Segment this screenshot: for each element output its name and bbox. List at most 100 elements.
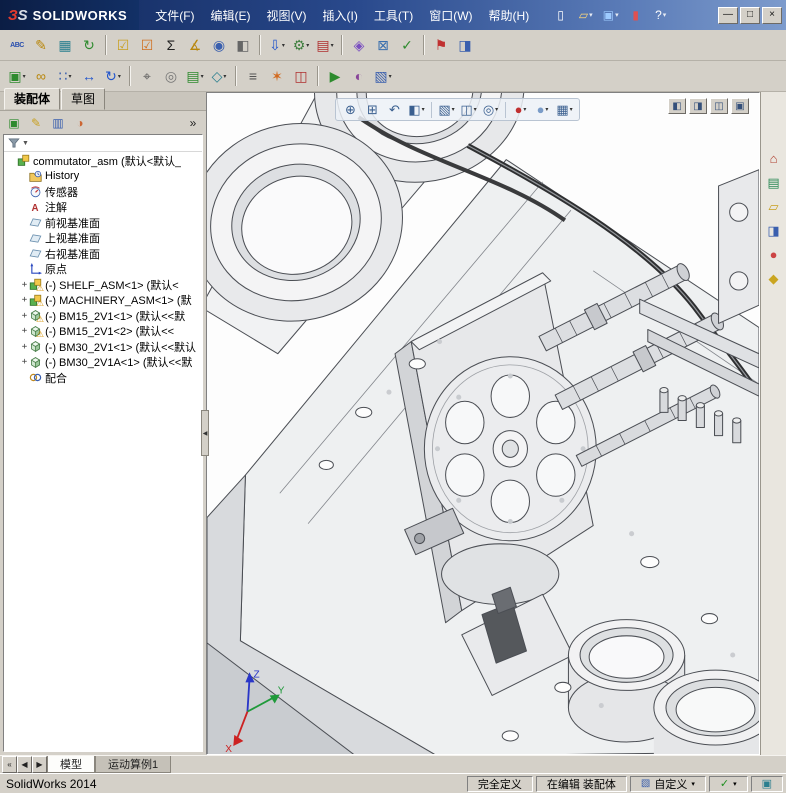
section-view-icon[interactable]: ◧ ▾ (406, 100, 427, 119)
display-style-icon[interactable]: ◫ ▾ (458, 100, 479, 119)
expand-toggle[interactable]: + (20, 326, 29, 336)
tree-item[interactable]: ⚠ commutator_asm (默认<默认_ (4, 153, 202, 169)
design-table-icon[interactable]: ▦ ▾ (53, 33, 77, 57)
filter-funnel-icon[interactable] (8, 137, 20, 149)
apply-scene-icon[interactable]: ● ▾ (532, 100, 553, 119)
deviation-analysis-icon[interactable]: ⊠ ▾ (371, 33, 395, 57)
tree-item[interactable]: + ⚠ (-) BM15_2V1<2> (默认<< (4, 324, 202, 339)
expand-toggle[interactable]: + (20, 311, 29, 321)
pane-left-button[interactable]: ◧ (668, 98, 686, 114)
tab-scroll-left-button[interactable]: ◀ (17, 756, 32, 773)
toggle-display-icon[interactable]: ▮ ▾ (624, 5, 647, 25)
panel-tab[interactable]: 草图 (61, 88, 106, 110)
expand-toggle[interactable]: + (20, 280, 29, 290)
import-icon[interactable]: ⇩ ▾ (265, 33, 289, 57)
zoom-area-icon[interactable]: ⊞ ▾ (362, 100, 383, 119)
previous-view-icon[interactable]: ↶ ▾ (384, 100, 405, 119)
verification-icon[interactable]: ☑ ▾ (135, 33, 159, 57)
document-tab[interactable]: 模型 (47, 756, 95, 773)
bill-of-materials-icon[interactable]: ≡ ▾ (241, 64, 265, 88)
show-hidden-components-icon[interactable]: ◎ ▾ (159, 64, 183, 88)
task-home-icon[interactable]: ⌂ (763, 148, 784, 169)
section-properties-icon[interactable]: ◧ ▾ (231, 33, 255, 57)
accept-icon[interactable]: ✓ ▾ (395, 33, 419, 57)
menu-item[interactable]: 编辑(E) (203, 4, 259, 27)
tree-item[interactable]: ⚠ 前视基准面 (4, 215, 202, 231)
panel-tab[interactable]: 装配体 (4, 88, 61, 110)
tree-item[interactable]: ⚠ 右视基准面 (4, 246, 202, 262)
panel-chevron-button[interactable]: » (184, 116, 202, 130)
tree-item[interactable]: + ⚠ (-) BM15_2V1<1> (默认<<默 (4, 308, 202, 324)
component-pattern-icon[interactable]: ∷ ▾ (53, 64, 77, 88)
open-document-icon[interactable]: ▱ ▾ (574, 5, 597, 25)
pane-single-button[interactable]: ▣ (731, 98, 749, 114)
pane-split-button[interactable]: ◫ (710, 98, 728, 114)
expand-toggle[interactable]: + (20, 342, 29, 352)
equations-icon[interactable]: Σ ▾ (159, 33, 183, 57)
status-custom-dropdown[interactable]: ▧ 自定义 ▾ (629, 775, 706, 792)
flag-icon[interactable]: ⚑ ▾ (429, 33, 453, 57)
tree-item[interactable]: ⚠ 原点 (4, 262, 202, 278)
minimize-button[interactable]: — (718, 6, 738, 24)
expand-toggle[interactable]: + (20, 295, 29, 305)
menu-item[interactable]: 视图(V) (259, 4, 315, 27)
expand-toggle[interactable]: + (20, 357, 29, 367)
property-manager-icon[interactable]: ✎ (26, 113, 46, 132)
filter-dropdown-icon[interactable]: ▼ (22, 140, 29, 147)
tree-item[interactable]: ⚠ History (4, 169, 202, 185)
mate-icon[interactable]: ∞ ▾ (29, 64, 53, 88)
display-manager-icon[interactable]: ◑ (70, 113, 90, 132)
menu-item[interactable]: 插入(I) (315, 4, 366, 27)
reference-geometry-icon[interactable]: ◇ ▾ (207, 64, 231, 88)
status-indicator[interactable]: ▣ (750, 775, 783, 792)
rebuild-icon[interactable]: ↻ ▾ (77, 33, 101, 57)
spellcheck-icon[interactable]: ABC ▾ (5, 33, 29, 57)
interference-detection-icon[interactable]: ◫ ▾ (289, 64, 313, 88)
appearance-palette-icon[interactable]: ◨ ▾ (453, 33, 477, 57)
graphics-viewport[interactable]: Z Y X ⊕ ▾ ⊞ ▾ ↶ (206, 92, 760, 755)
panel-splitter-handle[interactable]: ◀ (201, 410, 209, 456)
smart-fasteners-icon[interactable]: ⌖ ▾ (135, 64, 159, 88)
appearances-icon[interactable]: ● (763, 244, 784, 265)
view-orientation-icon[interactable]: ▧ ▾ (436, 100, 457, 119)
view-settings-icon[interactable]: ▦ ▾ (554, 100, 575, 119)
assembly-features-icon[interactable]: ▤ ▾ (183, 64, 207, 88)
move-component-icon[interactable]: ↔ ▾ (77, 64, 101, 88)
tree-item[interactable]: ⚠ 注解 (4, 200, 202, 216)
tree-item[interactable]: + ⚠ (-) BM30_2V1A<1> (默认<<默 (4, 355, 202, 371)
measure-icon[interactable]: ∡ ▾ (183, 33, 207, 57)
design-library-icon[interactable]: ▤ (763, 172, 784, 193)
rotate-component-icon[interactable]: ↻ ▾ (101, 64, 125, 88)
drawing-icon[interactable]: ▧ ▾ (371, 64, 395, 88)
zoom-fit-icon[interactable]: ⊕ ▾ (340, 100, 361, 119)
design-checker-icon[interactable]: ▤ ▾ (313, 33, 337, 57)
insert-component-icon[interactable]: ▣ ▾ (5, 64, 29, 88)
view-palette-icon[interactable]: ◨ (763, 220, 784, 241)
tree-item[interactable]: ⚠ 上视基准面 (4, 231, 202, 247)
new-document-icon[interactable]: ▯ ▾ (549, 5, 572, 25)
tab-scroll-right-button[interactable]: ▶ (32, 756, 47, 773)
featuremanager-tree-icon[interactable]: ▣ (4, 113, 24, 132)
mass-properties-icon[interactable]: ◉ ▾ (207, 33, 231, 57)
tree-item[interactable]: ⚠ 配合 (4, 370, 202, 386)
render-icon[interactable]: ◐ ▾ (347, 64, 371, 88)
help-icon[interactable]: ? ▾ (649, 5, 672, 25)
annotation-pen-icon[interactable]: ✎ ▾ (29, 33, 53, 57)
options-icon[interactable]: ⚙ ▾ (289, 33, 313, 57)
save-icon[interactable]: ▣ ▾ (599, 5, 622, 25)
cad-model-canvas[interactable]: Z Y X (207, 93, 759, 754)
document-tab[interactable]: 运动算例1 (95, 756, 172, 773)
tree-item[interactable]: + ⚠ (-) BM30_2V1<1> (默认<<默认 (4, 339, 202, 355)
status-check-toggle[interactable]: ✓ ▾ (708, 775, 748, 792)
menu-item[interactable]: 窗口(W) (421, 4, 480, 27)
tree-item[interactable]: + ⚠ (-) MACHINERY_ASM<1> (默 (4, 293, 202, 308)
tree-item[interactable]: ⚠ 传感器 (4, 184, 202, 200)
tree-item[interactable]: + ⚠ (-) SHELF_ASM<1> (默认< (4, 277, 202, 293)
interference-icon[interactable]: ◈ ▾ (347, 33, 371, 57)
hide-show-items-icon[interactable]: ◎ ▾ (480, 100, 501, 119)
menu-item[interactable]: 文件(F) (147, 4, 202, 27)
restore-button[interactable]: □ (740, 6, 760, 24)
motion-study-icon[interactable]: ▶ ▾ (323, 64, 347, 88)
pane-right-button[interactable]: ◨ (689, 98, 707, 114)
configuration-manager-icon[interactable]: ▥ (48, 113, 68, 132)
